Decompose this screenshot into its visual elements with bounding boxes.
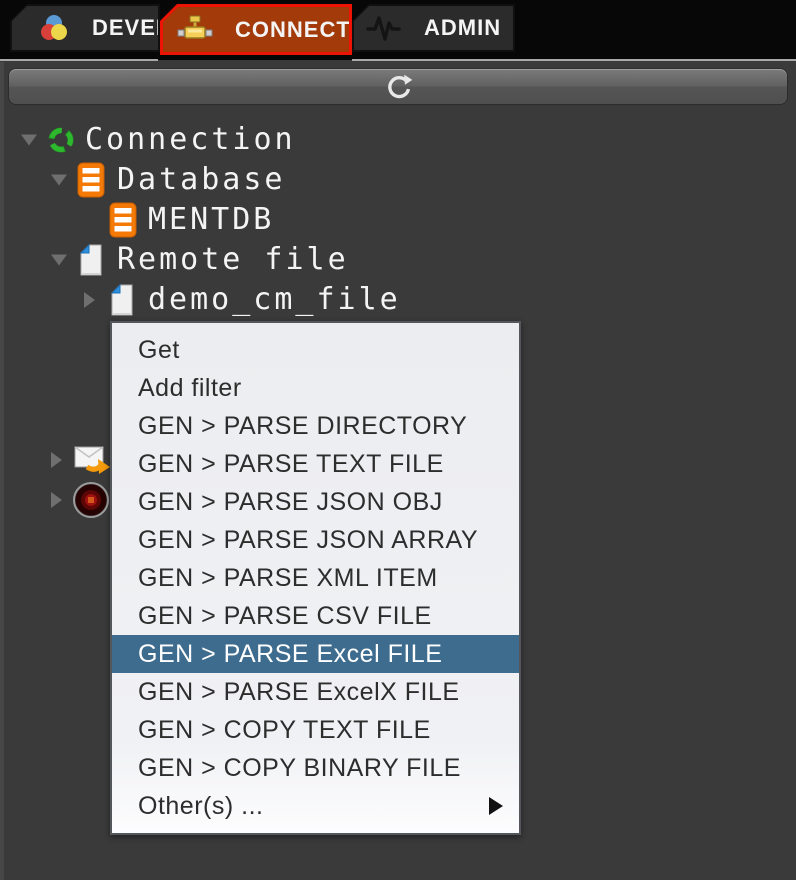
expander-down-icon[interactable]: [51, 254, 67, 266]
menu-item-get[interactable]: Get: [112, 331, 519, 369]
expander-down-icon[interactable]: [51, 174, 67, 186]
tree-item-label: Connection: [85, 122, 296, 157]
expander-right-icon[interactable]: [51, 492, 62, 508]
mail-export-icon: [74, 443, 112, 477]
connection-icon: [46, 125, 76, 155]
record-icon: [72, 481, 110, 519]
database-icon: [109, 202, 137, 238]
tree-item-mentdb[interactable]: MENTDB: [0, 200, 796, 240]
tree-item-demo-cm-file[interactable]: demo_cm_file: [0, 280, 796, 320]
tree-item-label: Remote file: [117, 242, 349, 277]
refresh-button[interactable]: [8, 68, 788, 105]
tree-item-label: MENTDB: [148, 202, 275, 237]
menu-item-gen-parse-json-array[interactable]: GEN > PARSE JSON ARRAY: [112, 521, 519, 559]
database-icon: [77, 162, 105, 198]
tree-item-remote-file[interactable]: Remote file: [0, 240, 796, 280]
tree-item-connection[interactable]: Connection: [0, 120, 796, 160]
tree-item-database[interactable]: Database: [0, 160, 796, 200]
tabband-underline: [0, 59, 158, 61]
tabband-underline: [352, 59, 796, 61]
expander-down-icon[interactable]: [21, 134, 37, 146]
expander-right-icon[interactable]: [51, 452, 62, 468]
menu-item-gen-parse-csv-file[interactable]: GEN > PARSE CSV FILE: [112, 597, 519, 635]
menu-item-gen-parse-json-obj[interactable]: GEN > PARSE JSON OBJ: [112, 483, 519, 521]
context-menu: Get Add filter GEN > PARSE DIRECTORY GEN…: [110, 321, 521, 835]
tab-devel-label: DEVEL: [92, 15, 171, 40]
tab-bar: DEVEL CONNECT ADMIN: [0, 0, 796, 61]
menu-item-gen-parse-excelx-file[interactable]: GEN > PARSE ExcelX FILE: [112, 673, 519, 711]
menu-item-gen-parse-text-file[interactable]: GEN > PARSE TEXT FILE: [112, 445, 519, 483]
menu-item-gen-parse-excel-file[interactable]: GEN > PARSE Excel FILE: [112, 635, 519, 673]
tab-devel[interactable]: DEVEL: [10, 4, 160, 52]
tab-admin-label: ADMIN: [424, 15, 502, 40]
pulse-icon: [366, 11, 402, 45]
menu-item-others[interactable]: Other(s) ...: [112, 787, 519, 825]
expander-right-icon[interactable]: [84, 292, 95, 308]
submenu-arrow-icon: [489, 797, 503, 815]
color-circles-icon: [38, 12, 70, 44]
network-icon: [177, 14, 213, 46]
menu-item-gen-copy-text-file[interactable]: GEN > COPY TEXT FILE: [112, 711, 519, 749]
tab-connect[interactable]: CONNECT: [160, 4, 352, 55]
tree-item-label: Database: [117, 162, 286, 197]
tree-item-label: demo_cm_file: [148, 282, 401, 317]
tab-connect-label: CONNECT: [235, 16, 351, 42]
menu-item-add-filter[interactable]: Add filter: [112, 369, 519, 407]
menu-item-gen-parse-directory[interactable]: GEN > PARSE DIRECTORY: [112, 407, 519, 445]
menu-item-gen-parse-xml-item[interactable]: GEN > PARSE XML ITEM: [112, 559, 519, 597]
file-icon: [79, 244, 103, 276]
refresh-icon: [382, 71, 414, 103]
file-icon: [110, 284, 134, 316]
tab-admin[interactable]: ADMIN: [352, 4, 515, 52]
menu-item-gen-copy-binary-file[interactable]: GEN > COPY BINARY FILE: [112, 749, 519, 787]
